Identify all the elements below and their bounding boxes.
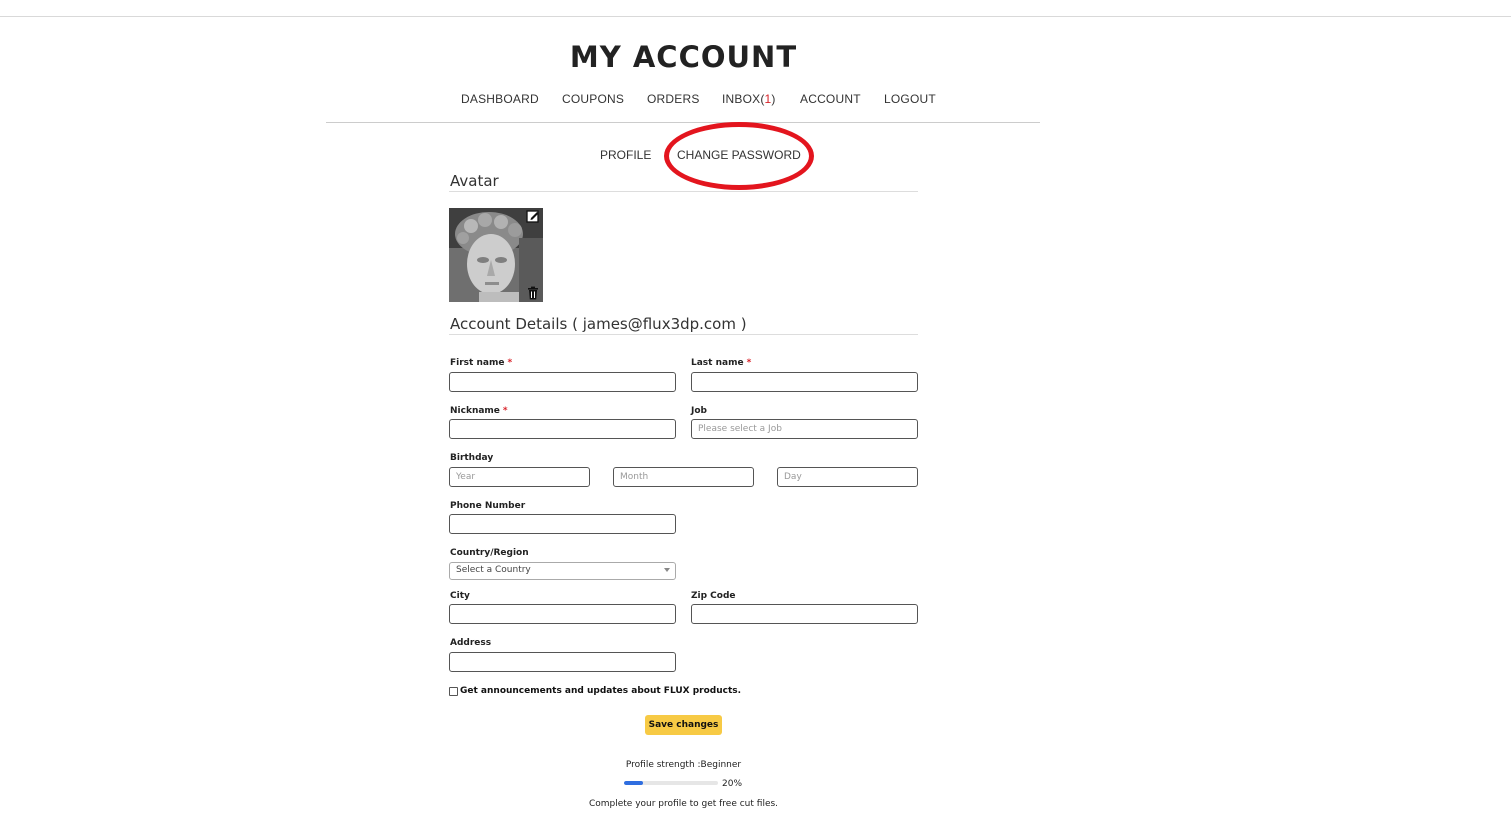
top-divider [0,16,1511,17]
address-label: Address [450,638,492,648]
newsletter-checkbox-label: Get announcements and updates about FLUX… [460,686,742,696]
city-field[interactable] [449,604,676,624]
chevron-down-icon [664,568,670,572]
zip-code-label: Zip Code [691,591,736,601]
birthday-day-field[interactable] [777,467,918,487]
birthday-year-field[interactable] [449,467,590,487]
last-name-label-text: Last name [691,358,744,368]
birthday-month-field[interactable] [613,467,754,487]
nav-divider [326,122,1040,123]
last-name-field[interactable] [691,372,918,392]
profile-strength-percent: 20% [722,779,743,789]
avatar-heading: Avatar [450,172,499,190]
profile-completion-hint: Complete your profile to get free cut fi… [588,799,779,809]
required-marker: * [502,406,508,416]
nickname-label-text: Nickname [450,406,500,416]
nav-inbox-suffix: ) [771,92,776,106]
required-marker: * [746,358,752,368]
profile-strength-label: Profile strength :Beginner [625,760,742,770]
tab-change-password[interactable]: CHANGE PASSWORD [677,148,801,162]
zip-code-field[interactable] [691,604,918,624]
nav-logout[interactable]: LOGOUT [884,92,936,106]
nickname-label: Nickname * [450,406,508,416]
first-name-label: First name * [450,358,512,368]
main-nav: DASHBOARD COUPONS ORDERS INBOX(1) ACCOUN… [0,92,1511,110]
nav-orders[interactable]: ORDERS [647,92,700,106]
profile-strength-progress-fill [624,781,643,785]
job-label: Job [691,406,707,416]
phone-number-field[interactable] [449,514,676,534]
nav-inbox-label: INBOX( [722,92,765,106]
birthday-label: Birthday [450,453,494,463]
avatar-divider [449,191,918,192]
profile-strength-progress-bar [624,781,718,785]
account-details-divider [449,334,918,335]
nav-inbox[interactable]: INBOX(1) [722,92,776,106]
address-field[interactable] [449,652,676,672]
first-name-label-text: First name [450,358,505,368]
account-details-heading: Account Details ( james@flux3dp.com ) [450,315,747,333]
last-name-label: Last name * [691,358,751,368]
phone-number-label: Phone Number [450,501,526,511]
country-region-label: Country/Region [450,548,529,558]
nav-account[interactable]: ACCOUNT [800,92,861,106]
country-select-value: Select a Country [456,565,531,575]
nickname-field[interactable] [449,419,676,439]
required-marker: * [507,358,513,368]
save-changes-button[interactable]: Save changes [645,715,722,735]
country-select[interactable]: Select a Country [449,562,676,580]
trash-icon[interactable] [526,286,540,300]
page-title: MY ACCOUNT [569,40,798,74]
edit-icon[interactable] [526,209,540,223]
nav-coupons[interactable]: COUPONS [562,92,624,106]
tab-profile[interactable]: PROFILE [600,148,651,162]
city-label: City [450,591,470,601]
nav-dashboard[interactable]: DASHBOARD [461,92,539,106]
newsletter-checkbox[interactable] [449,687,458,696]
job-field[interactable] [691,419,918,439]
first-name-field[interactable] [449,372,676,392]
